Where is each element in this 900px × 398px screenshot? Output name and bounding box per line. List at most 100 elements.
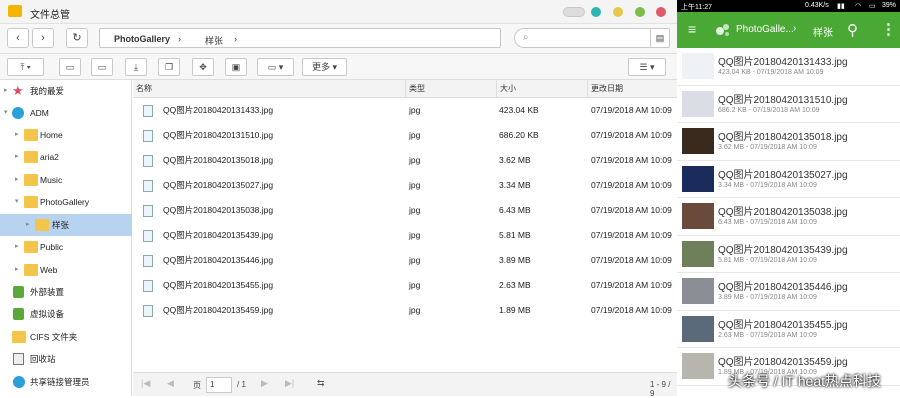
table-row[interactable]: QQ图片20180420135038.jpg jpg 6.43 MB 07/19/20… [133,198,677,223]
column-header-type[interactable]: 类型 [405,80,496,98]
sidebar-item-label: ADM [30,108,49,118]
mobile-list-item[interactable]: QQ图片20180420135446.jpg 3.89 MB - 07/19/20… [677,273,900,311]
column-header-size[interactable]: 大小 [496,80,587,98]
menu-icon[interactable]: ≡ [688,22,696,36]
prev-page-icon[interactable]: ◀ [167,378,174,389]
file-type: jpg [409,130,421,140]
file-name: QQ图片20180420135455.jpg [163,280,274,290]
table-row[interactable]: QQ图片20180420131433.jpg jpg 423.04 KB 07/19/… [133,98,677,123]
select-button[interactable]: ▣ [225,58,247,76]
sidebar-item-label: Public [40,242,64,252]
move-icon: ✥ [199,62,207,72]
search-icon[interactable]: ⚲ [847,21,858,39]
file-size: 686.20 KB [499,130,539,140]
mobile-list-item[interactable]: QQ图片20180420135018.jpg 3.62 MB - 07/19/20… [677,123,900,161]
adm-icon [12,107,24,119]
image-file-icon [143,255,153,267]
view-layout-button[interactable]: ▤ [650,28,670,48]
column-header-date[interactable]: 更改日期 [587,80,677,98]
sidebar-item-favorites[interactable]: ▸ ★ 我的最爱 [0,80,132,102]
window-control-close[interactable] [656,7,666,17]
mobile-list-item[interactable]: QQ图片20180420131433.jpg 423.04 KB - 07/19/… [677,48,900,86]
table-row[interactable]: QQ图片20180420135018.jpg jpg 3.62 MB 07/19/20… [133,148,677,173]
sidebar-item-aria2[interactable]: ▸ aria2 [0,146,132,168]
file-type: jpg [409,155,421,165]
sidebar-item-web[interactable]: ▸ Web [0,259,132,281]
last-page-icon[interactable]: ▶| [285,378,294,389]
collapse-arrow-icon: ▾ [4,109,8,116]
refresh-button[interactable]: ↻ [66,28,88,48]
window-control-teal[interactable] [591,7,601,17]
sidebar-item-selected-folder[interactable]: ▸ 样张 [0,214,132,236]
sidebar-item-recycle-bin[interactable]: 回收站 [0,348,132,370]
back-button[interactable]: ‹ [7,28,29,48]
more-button[interactable]: 更多 ▾ [302,58,347,76]
window-control-minimize[interactable] [613,7,623,17]
first-page-icon[interactable]: |◀ [141,378,150,389]
select-icon: ▣ [231,62,241,72]
sidebar-item-label: Home [40,130,63,140]
folder-icon [24,174,38,186]
mobile-list-item[interactable]: QQ图片20180420135439.jpg 5.81 MB - 07/19/20… [677,236,900,273]
expand-arrow-icon: ▸ [15,131,19,138]
overflow-menu-icon[interactable]: ⋮ [881,20,896,38]
breadcrumb[interactable]: PhotoGallery › 样张 › [99,28,501,48]
next-page-icon[interactable]: ▶ [261,378,268,389]
folder-icon [12,331,26,343]
column-header-name[interactable]: 名称 [133,80,405,98]
sidebar-item-photogallery[interactable]: ▾ PhotoGallery [0,191,132,213]
mobile-file-name: QQ图片20180420135439.jpg [718,244,848,256]
window-control-maximize[interactable] [635,7,645,17]
table-row[interactable]: QQ图片20180420135439.jpg jpg 5.81 MB 07/19/20… [133,223,677,248]
window-title: 文件总管 [30,10,70,21]
sidebar-item-public[interactable]: ▸ Public [0,236,132,258]
mobile-list-item[interactable]: QQ图片20180420135038.jpg 6.43 MB - 07/19/20… [677,198,900,236]
mobile-list-item[interactable]: QQ图片20180420135027.jpg 3.34 MB - 07/19/20… [677,161,900,198]
refresh-list-icon[interactable]: ⇆ [317,378,325,389]
breadcrumb-item-photogallery[interactable]: PhotoGallery [114,34,170,44]
file-date: 07/19/2018 AM 10:09 [591,105,672,115]
mobile-list-item[interactable]: QQ图片20180420135455.jpg 2.63 MB - 07/19/20… [677,311,900,348]
photo-thumbnail [682,128,714,154]
more-label: 更多 [311,62,330,72]
watermark: 头条号 / IT heat热点科技 [728,373,881,389]
photo-thumbnail [682,353,714,379]
sidebar-item-share-link-manager[interactable]: 共享链接管理员 [0,371,132,393]
table-row[interactable]: QQ图片20180420135027.jpg jpg 3.34 MB 07/19/20… [133,173,677,198]
forward-button[interactable]: › [32,28,54,48]
table-row[interactable]: QQ图片20180420131510.jpg jpg 686.20 KB 07/19/… [133,123,677,148]
sidebar-item-virtual-devices[interactable]: 虚拟设备 [0,303,132,325]
media-button[interactable]: ▭ ▾ [257,58,294,76]
move-button[interactable]: ✥ [192,58,214,76]
window-toggle-control[interactable] [563,7,585,17]
sidebar-item-music[interactable]: ▸ Music [0,169,132,191]
search-input[interactable]: ⌕ [514,28,669,48]
table-row[interactable]: QQ图片20180420135455.jpg jpg 2.63 MB 07/19/20… [133,273,677,298]
breadcrumb-item-current[interactable]: 样张 [205,34,223,47]
page-total: / 1 [237,380,246,389]
mobile-file-name: QQ图片20180420131510.jpg [718,94,848,106]
file-name: QQ图片20180420135446.jpg [163,255,274,265]
page-number-input[interactable]: 1 [206,377,232,393]
folder-icon [24,264,38,276]
file-type: jpg [409,105,421,115]
mobile-file-name: QQ图片20180420131433.jpg [718,57,848,68]
table-row[interactable]: QQ图片20180420135459.jpg jpg 1.89 MB 07/19/20… [133,298,677,323]
sidebar-item-cifs[interactable]: CIFS 文件夹 [0,326,132,348]
upload-button[interactable]: ⤒ ▾ [7,58,44,76]
expand-arrow-icon: ▸ [15,176,19,183]
app-bar-path-parent[interactable]: PhotoGalle... [736,24,794,35]
sidebar-item-adm[interactable]: ▾ ADM [0,102,132,124]
new-folder-button[interactable]: ▭ [59,58,81,76]
list-view-button[interactable]: ☰ ▾ [628,58,666,76]
file-name: QQ图片20180420135038.jpg [163,205,274,215]
file-name: QQ图片20180420135018.jpg [163,155,274,165]
grid-view-icon: ▤ [655,33,665,43]
table-row[interactable]: QQ图片20180420135446.jpg jpg 3.89 MB 07/19/20… [133,248,677,273]
mobile-list-item[interactable]: QQ图片20180420131510.jpg 686.2 KB - 07/19/2… [677,86,900,123]
download-button[interactable]: ⤓ [125,58,147,76]
open-folder-button[interactable]: ▭ [91,58,113,76]
sidebar-item-home[interactable]: ▸ Home [0,124,132,146]
sidebar-item-external-devices[interactable]: 外部装置 [0,281,132,303]
copy-button[interactable]: ❐ [158,58,180,76]
